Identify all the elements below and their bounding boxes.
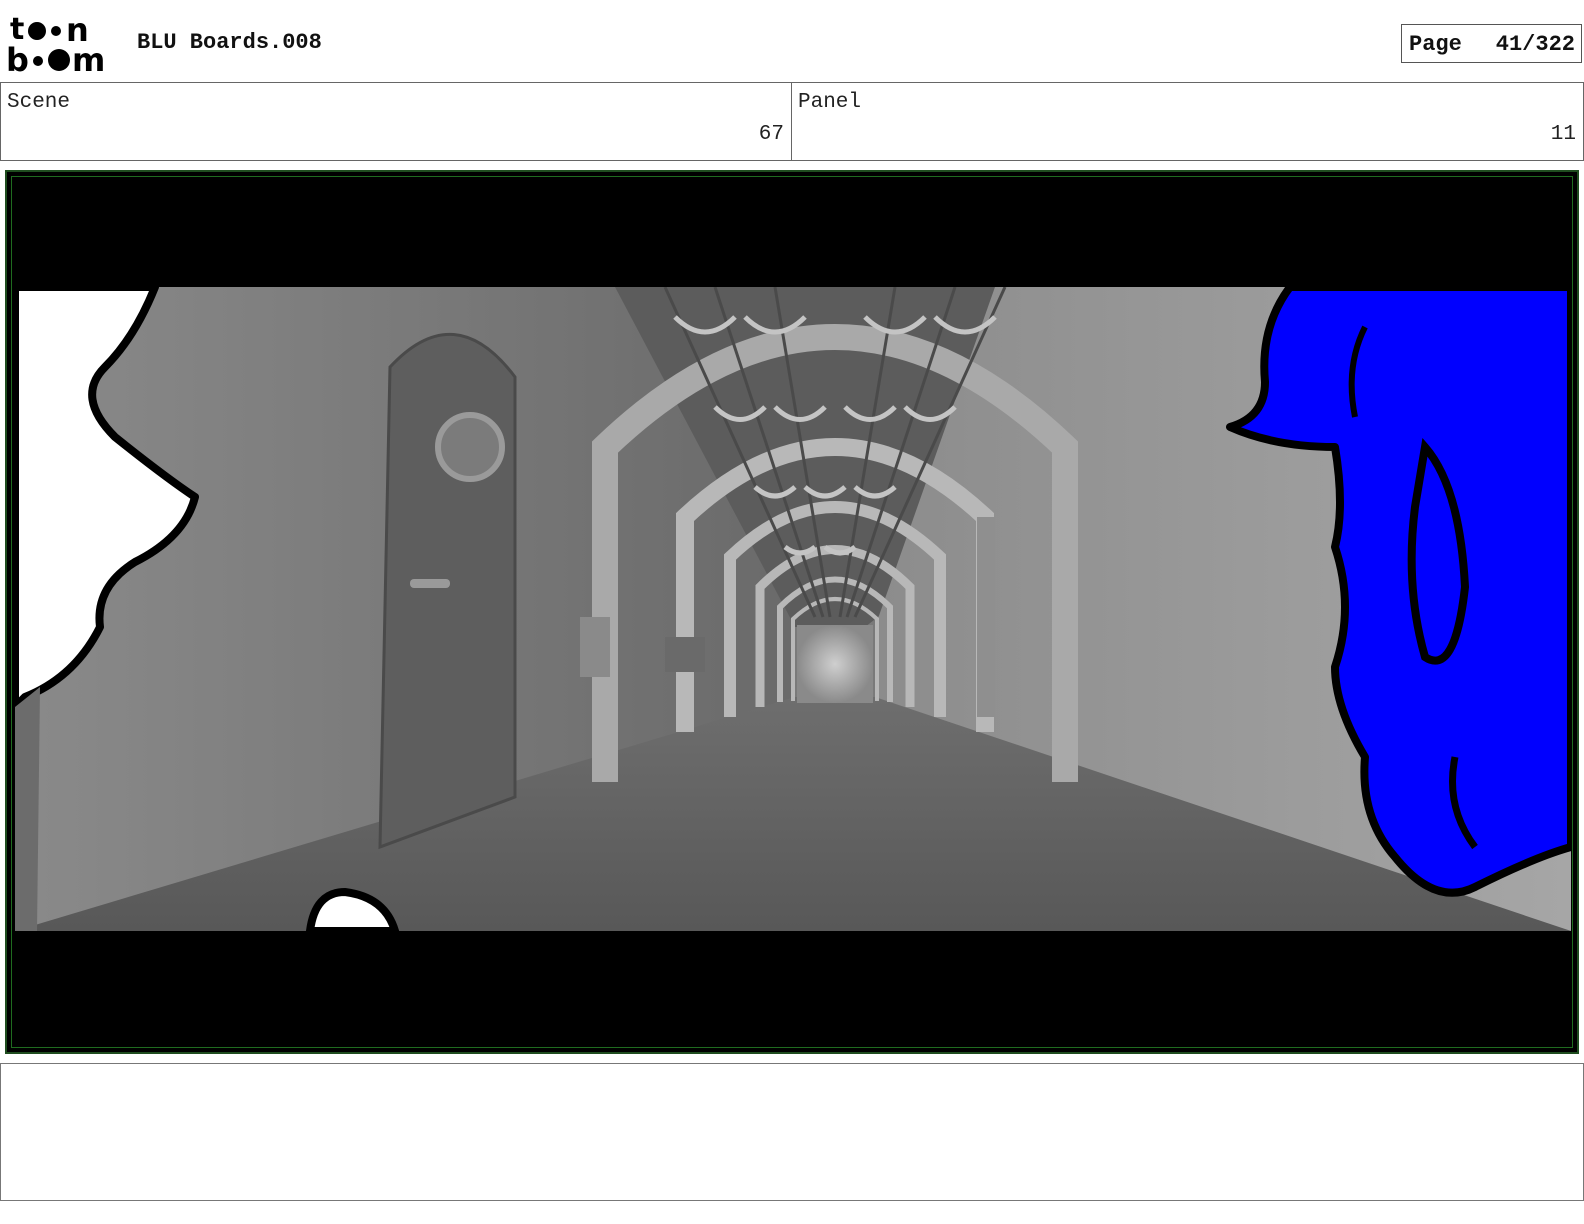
panel-number: 11 bbox=[1550, 123, 1576, 146]
panel-cell: Panel 11 bbox=[792, 83, 1584, 160]
scene-cell: Scene 67 bbox=[0, 83, 792, 160]
scene-panel-row: Scene 67 Panel 11 bbox=[0, 82, 1584, 161]
corridor-scene-image bbox=[15, 287, 1571, 931]
scene-number: 67 bbox=[758, 123, 784, 146]
page-label: Page bbox=[1409, 32, 1462, 57]
svg-text:m: m bbox=[72, 41, 105, 74]
page-header: t n b m BLU Boards.008 Page 41/322 bbox=[0, 0, 1584, 82]
panel-label: Panel bbox=[798, 91, 862, 114]
scene-label: Scene bbox=[7, 91, 71, 114]
svg-text:b: b bbox=[6, 41, 29, 74]
storyboard-frame bbox=[5, 170, 1579, 1054]
panel-notes-area bbox=[0, 1063, 1584, 1201]
page-number: 41/322 bbox=[1495, 32, 1575, 57]
document-title: BLU Boards.008 bbox=[137, 30, 322, 55]
toonboom-logo: t n b m bbox=[6, 12, 105, 74]
page-indicator: Page 41/322 bbox=[1401, 24, 1582, 63]
